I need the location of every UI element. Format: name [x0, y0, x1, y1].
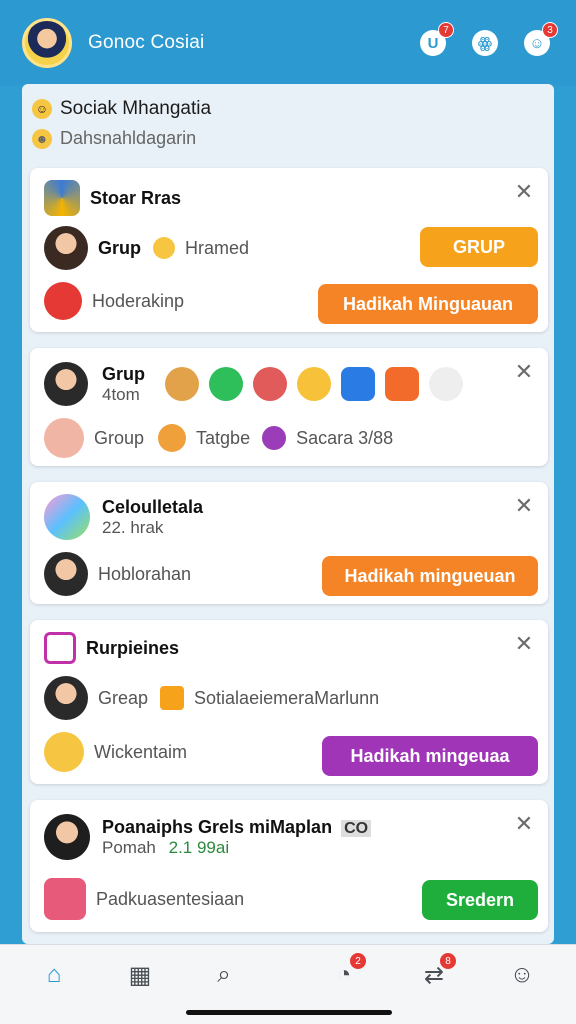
share-badge: 8 [440, 953, 456, 969]
share-icon[interactable]: ⇄ 8 [416, 953, 456, 993]
card-5-sub-extra: 2.1 99ai [168, 837, 230, 857]
card-5-title: Poanaiphs Grels miMaplan [102, 816, 333, 837]
smile-emoji-icon [153, 237, 175, 259]
home-icon[interactable]: ⌂ [36, 957, 72, 993]
card-5-tag: CO [341, 819, 372, 837]
avatar[interactable] [22, 18, 72, 68]
feed-header-line-1: ☺ Sociak Mhangatia [32, 98, 211, 120]
card-3: Celoulletala 22. hrak ✕ Hoblorahan Hadik… [30, 482, 548, 604]
weekly-reward-button[interactable]: Hadikah mingueuan [322, 556, 538, 596]
avatar[interactable] [44, 676, 88, 720]
card-4-row-1-text: SotialaeiemeraMarlunn [194, 687, 380, 708]
face-emoji-icon: ☻ [32, 128, 52, 149]
card-2-row-2-right: Sacara 3/88 [296, 427, 394, 448]
top-icons: U 7 ꙮ ☺ 3 [416, 22, 558, 60]
friends-icon[interactable]: ꙮ [468, 26, 502, 60]
avatar[interactable] [44, 226, 88, 270]
home-indicator [186, 1010, 392, 1015]
top-app-bar: Gonoc Cosiai U 7 ꙮ ☺ 3 [0, 0, 576, 86]
purple-dot-icon [262, 426, 287, 450]
card-3-row-2-label: Hoblorahan [98, 563, 192, 584]
card-4-row-2: Wickentaim [44, 732, 187, 772]
weekly-reward-button[interactable]: Hadikah Minguauan [318, 284, 538, 324]
card-5: Poanaiphs Grels miMaplan CO Pomah 2.1 99… [30, 800, 548, 932]
card-1-title: Stoar Rras [90, 187, 182, 208]
emoji-icon [158, 424, 187, 452]
card-3-header: Celoulletala 22. hrak [44, 494, 203, 540]
group-icon [44, 418, 84, 458]
tv-icon[interactable] [341, 367, 375, 401]
smile-emoji-icon: ☺ [32, 99, 52, 119]
circle-icon[interactable] [429, 367, 463, 401]
messages-badge: 3 [542, 22, 558, 38]
feed-header-title: Sociak Mhangatia [60, 98, 212, 119]
note-icon[interactable] [385, 367, 419, 401]
avatar[interactable] [44, 814, 90, 860]
card-3-row-2: Hoblorahan [44, 552, 191, 596]
sticker-row [165, 367, 463, 401]
card-5-row-2: Padkuasentesiaan [44, 878, 244, 920]
news-icon[interactable]: ▦ [122, 957, 158, 993]
box-icon [160, 686, 185, 710]
group-button[interactable]: GRUP [420, 227, 538, 267]
card-2-row-2-mid: Tatgbe [196, 427, 251, 448]
card-5-header: Poanaiphs Grels miMaplan CO Pomah 2.1 99… [44, 814, 372, 860]
app-icon [44, 632, 76, 664]
card-5-subtitle: Pomah [102, 837, 156, 857]
close-icon[interactable]: ✕ [514, 633, 534, 655]
bear-icon[interactable] [165, 367, 199, 401]
card-1-row-1-sub: Hramed [185, 237, 250, 258]
messages-icon[interactable]: ☺ 3 [520, 22, 558, 60]
card-2: Grup 4tom ✕ Group Tatgbe Sacara 3/88 [30, 348, 548, 466]
card-4: Rurpieines ✕ Greap SotialaeiemeraMarlunn… [30, 620, 548, 784]
profile-icon[interactable]: ☺ [504, 957, 540, 993]
bear-emoji-icon [44, 732, 84, 772]
close-icon[interactable]: ✕ [514, 813, 534, 835]
notification-icon[interactable]: U 7 [416, 22, 454, 60]
reward-icon [44, 282, 82, 320]
card-1-header: Stoar Rras [44, 180, 181, 216]
flower-icon[interactable] [253, 367, 287, 401]
card-2-header: Grup 4tom [44, 362, 463, 406]
send-button[interactable]: Sredern [422, 880, 538, 920]
close-icon[interactable]: ✕ [514, 181, 534, 203]
app-title: Gonoc Cosiai [88, 32, 205, 53]
card-4-row-2-label: Wickentaim [94, 741, 188, 762]
feed-header-subtitle: Dahsnahldagarin [60, 128, 197, 148]
card-5-row-2-label: Padkuasentesiaan [96, 888, 245, 909]
card-3-title: Celoulletala [102, 496, 204, 517]
card-2-row-2: Group Tatgbe Sacara 3/88 [44, 418, 393, 458]
card-2-title: Grup [102, 363, 145, 384]
feed-header-line-2: ☻ Dahsnahldagarin [32, 128, 196, 149]
card-1-row-1-label: Grup [98, 237, 141, 258]
group-avatar[interactable] [44, 494, 90, 540]
weekly-reward-button[interactable]: Hadikah mingeuaa [322, 736, 538, 776]
gift-box-icon [44, 878, 86, 920]
card-1-row-1: Grup Hramed [44, 226, 249, 270]
card-4-title: Rurpieines [86, 637, 180, 658]
search-icon[interactable]: ⌕ [206, 957, 242, 993]
close-icon[interactable]: ✕ [514, 361, 534, 383]
avatar[interactable] [44, 362, 88, 406]
leaf-icon[interactable] [209, 367, 243, 401]
card-4-header: Rurpieines [44, 632, 179, 664]
notification-badge: 7 [438, 22, 454, 38]
card-2-row-2-label: Group [94, 427, 145, 448]
app-icon [44, 180, 80, 216]
card-3-subtitle: 22. hrak [102, 517, 164, 537]
chat-icon[interactable]: ◔ 2 [326, 953, 366, 993]
card-4-row-1: Greap SotialaeiemeraMarlunn [44, 676, 379, 720]
card-1-row-2-label: Hoderakinp [92, 290, 185, 311]
chat-badge: 2 [350, 953, 366, 969]
avatar[interactable] [44, 552, 88, 596]
card-1: Stoar Rras ✕ Grup Hramed GRUP Hoderakinp… [30, 168, 548, 332]
card-1-row-2: Hoderakinp [44, 282, 184, 320]
close-icon[interactable]: ✕ [514, 495, 534, 517]
card-4-row-1-label: Greap [98, 687, 149, 708]
smile-icon[interactable] [297, 367, 331, 401]
card-2-subtitle: 4tom [102, 384, 140, 404]
